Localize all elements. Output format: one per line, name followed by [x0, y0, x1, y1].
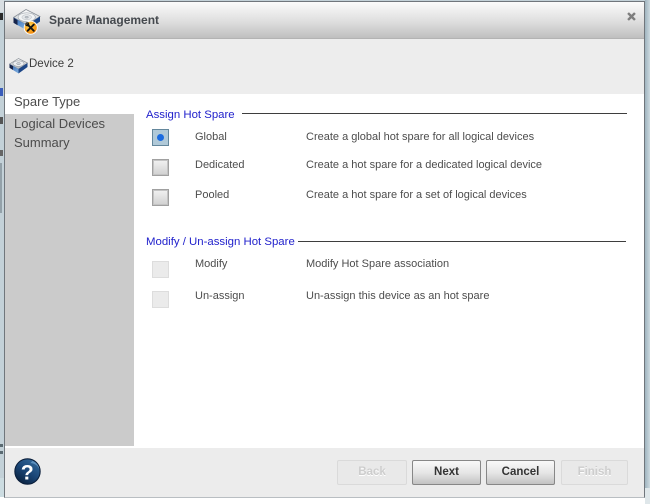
svg-text:?: ?: [21, 461, 34, 485]
